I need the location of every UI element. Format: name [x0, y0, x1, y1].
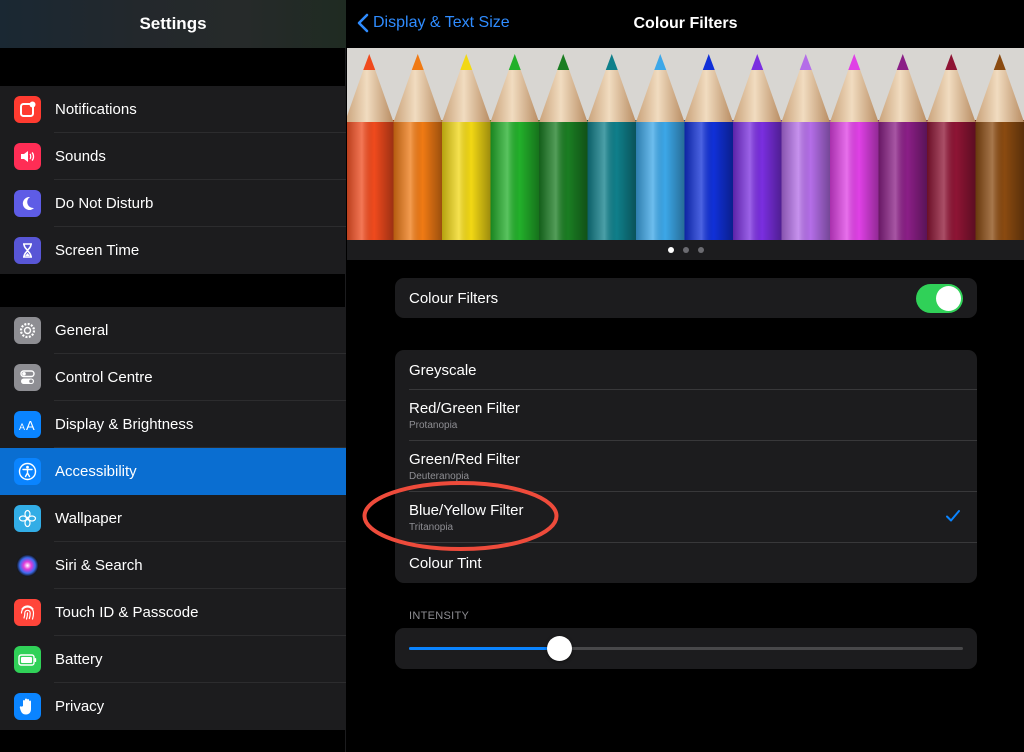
- filter-option-title: Greyscale: [409, 361, 477, 379]
- sidebar-item-label: Display & Brightness: [55, 416, 194, 433]
- pencil-6: [587, 54, 636, 240]
- text-size-icon: AA: [14, 411, 41, 438]
- svg-text:A: A: [26, 418, 35, 433]
- pencil-12: [878, 54, 927, 240]
- checkmark-icon: [945, 508, 961, 529]
- intensity-slider-fill: [409, 647, 559, 650]
- toggles-icon: [14, 364, 41, 391]
- sidebar-item-label: Accessibility: [55, 463, 137, 480]
- filter-option-greyscale[interactable]: Greyscale: [395, 350, 977, 390]
- filter-option-green-red-filter[interactable]: Green/Red Filter Deuteranopia: [395, 441, 977, 492]
- pencil-10: [781, 54, 830, 240]
- filter-option-title: Red/Green Filter: [409, 400, 520, 417]
- filter-option-subtitle: Deuteranopia: [409, 471, 470, 482]
- filter-option-colour-tint[interactable]: Colour Tint: [395, 543, 977, 583]
- filter-option-title: Blue/Yellow Filter: [409, 502, 524, 519]
- filter-option-subtitle: Protanopia: [409, 420, 458, 431]
- colour-filters-pane: Display & Text Size Colour Filters Colou…: [347, 0, 1024, 752]
- settings-sidebar: Settings Notifications Sounds Do Not Distu…: [0, 0, 346, 752]
- page-title-text: Colour Filters: [633, 15, 738, 32]
- page-dot[interactable]: [667, 247, 674, 253]
- colour-filters-switch[interactable]: [916, 284, 963, 313]
- sidebar-item-label: Touch ID & Passcode: [55, 604, 199, 621]
- pencil-2: [393, 54, 442, 240]
- filter-option-text: Blue/Yellow Filter Tritanopia: [409, 502, 524, 533]
- page-indicator[interactable]: [347, 240, 1024, 260]
- sidebar-item-label: Sounds: [55, 148, 106, 165]
- accessibility-icon: [14, 458, 41, 485]
- filter-option-subtitle: Tritanopia: [409, 522, 454, 533]
- speaker-icon: [14, 143, 41, 170]
- pencil-13: [927, 54, 976, 240]
- sidebar-item-label: Do Not Disturb: [55, 195, 154, 212]
- fingerprint-icon: [14, 599, 41, 626]
- sidebar-item-screen-time[interactable]: Screen Time: [0, 227, 346, 274]
- page-title: Colour Filters: [347, 15, 1024, 33]
- sidebar-item-label: Wallpaper: [55, 510, 122, 527]
- pencil-8: [684, 54, 733, 240]
- sidebar-item-label: Privacy: [55, 698, 105, 715]
- filter-option-text: Red/Green Filter Protanopia: [409, 400, 520, 431]
- gear-icon: [14, 317, 41, 344]
- sidebar-item-accessibility[interactable]: Accessibility: [0, 448, 346, 495]
- filter-option-blue-yellow-filter[interactable]: Blue/Yellow Filter Tritanopia: [395, 492, 977, 543]
- notifications-icon: [14, 96, 41, 123]
- pencil-11: [830, 54, 879, 240]
- pencils-image: [347, 54, 1024, 240]
- sidebar-item-battery[interactable]: Battery: [0, 636, 346, 683]
- sidebar-item-general[interactable]: General: [0, 307, 346, 354]
- switch-knob: [936, 286, 961, 311]
- sidebar-group-system: General Control Centre A A Display & Brightn…: [0, 307, 346, 730]
- svg-text:A: A: [19, 422, 25, 432]
- colour-pencils-preview[interactable]: [347, 48, 1024, 240]
- pencil-4: [490, 54, 539, 240]
- pencil-7: [636, 54, 685, 240]
- moon-icon: [14, 190, 41, 217]
- intensity-label: INTENSITY: [409, 610, 470, 622]
- filter-option-text: Greyscale: [409, 362, 477, 379]
- sidebar-item-label: Notifications: [55, 101, 137, 118]
- sidebar-item-do-not-disturb[interactable]: Do Not Disturb: [0, 180, 346, 227]
- colour-filters-toggle-label: Colour Filters: [409, 289, 499, 307]
- sidebar-item-label: General: [55, 322, 109, 339]
- sidebar-item-label: Control Centre: [55, 369, 153, 386]
- page-dot[interactable]: [697, 247, 704, 253]
- filter-option-text: Colour Tint: [409, 555, 482, 572]
- flower-icon: [14, 505, 41, 532]
- colour-filters-toggle-row: Colour Filters: [395, 278, 977, 318]
- intensity-slider[interactable]: [409, 636, 963, 661]
- colour-filters-toggle-card: Colour Filters: [395, 278, 977, 318]
- pencil-1: [347, 54, 394, 240]
- sidebar-group-alerts: Notifications Sounds Do Not Disturb Screen …: [0, 86, 346, 274]
- sidebar-item-touch-id-and-passcode[interactable]: Touch ID & Passcode: [0, 589, 346, 636]
- filter-option-title: Colour Tint: [409, 554, 482, 572]
- filter-option-text: Green/Red Filter Deuteranopia: [409, 451, 520, 482]
- filter-options-list: Greyscale Red/Green Filter Protanopia Green…: [395, 350, 977, 583]
- pencil-5: [539, 54, 588, 240]
- pencil-9: [733, 54, 782, 240]
- intensity-card: [395, 628, 977, 669]
- pencil-14: [975, 54, 1024, 240]
- sidebar-item-privacy[interactable]: Privacy: [0, 683, 346, 730]
- sidebar-item-display-and-brightness[interactable]: A A Display & Brightness: [0, 401, 346, 448]
- sidebar-title: Settings: [0, 0, 346, 48]
- intensity-slider-thumb[interactable]: [546, 636, 572, 661]
- navigation-bar: Display & Text Size Colour Filters: [347, 0, 1024, 48]
- siri-icon: [14, 552, 41, 579]
- sidebar-item-notifications[interactable]: Notifications: [0, 86, 346, 133]
- battery-icon: [14, 646, 41, 673]
- hand-icon: [14, 693, 41, 720]
- sidebar-item-wallpaper[interactable]: Wallpaper: [0, 495, 346, 542]
- sidebar-item-label: Siri & Search: [55, 557, 143, 574]
- hourglass-icon: [14, 237, 41, 264]
- filter-option-title: Green/Red Filter: [409, 451, 520, 468]
- filter-option-red-green-filter[interactable]: Red/Green Filter Protanopia: [395, 390, 977, 441]
- sidebar-item-control-centre[interactable]: Control Centre: [0, 354, 346, 401]
- sidebar-item-sounds[interactable]: Sounds: [0, 133, 346, 180]
- sidebar-item-label: Screen Time: [55, 242, 140, 259]
- sidebar-item-label: Battery: [55, 651, 103, 668]
- sidebar-item-siri-and-search[interactable]: Siri & Search: [0, 542, 346, 589]
- page-dot[interactable]: [682, 247, 689, 253]
- pencil-3: [442, 54, 491, 240]
